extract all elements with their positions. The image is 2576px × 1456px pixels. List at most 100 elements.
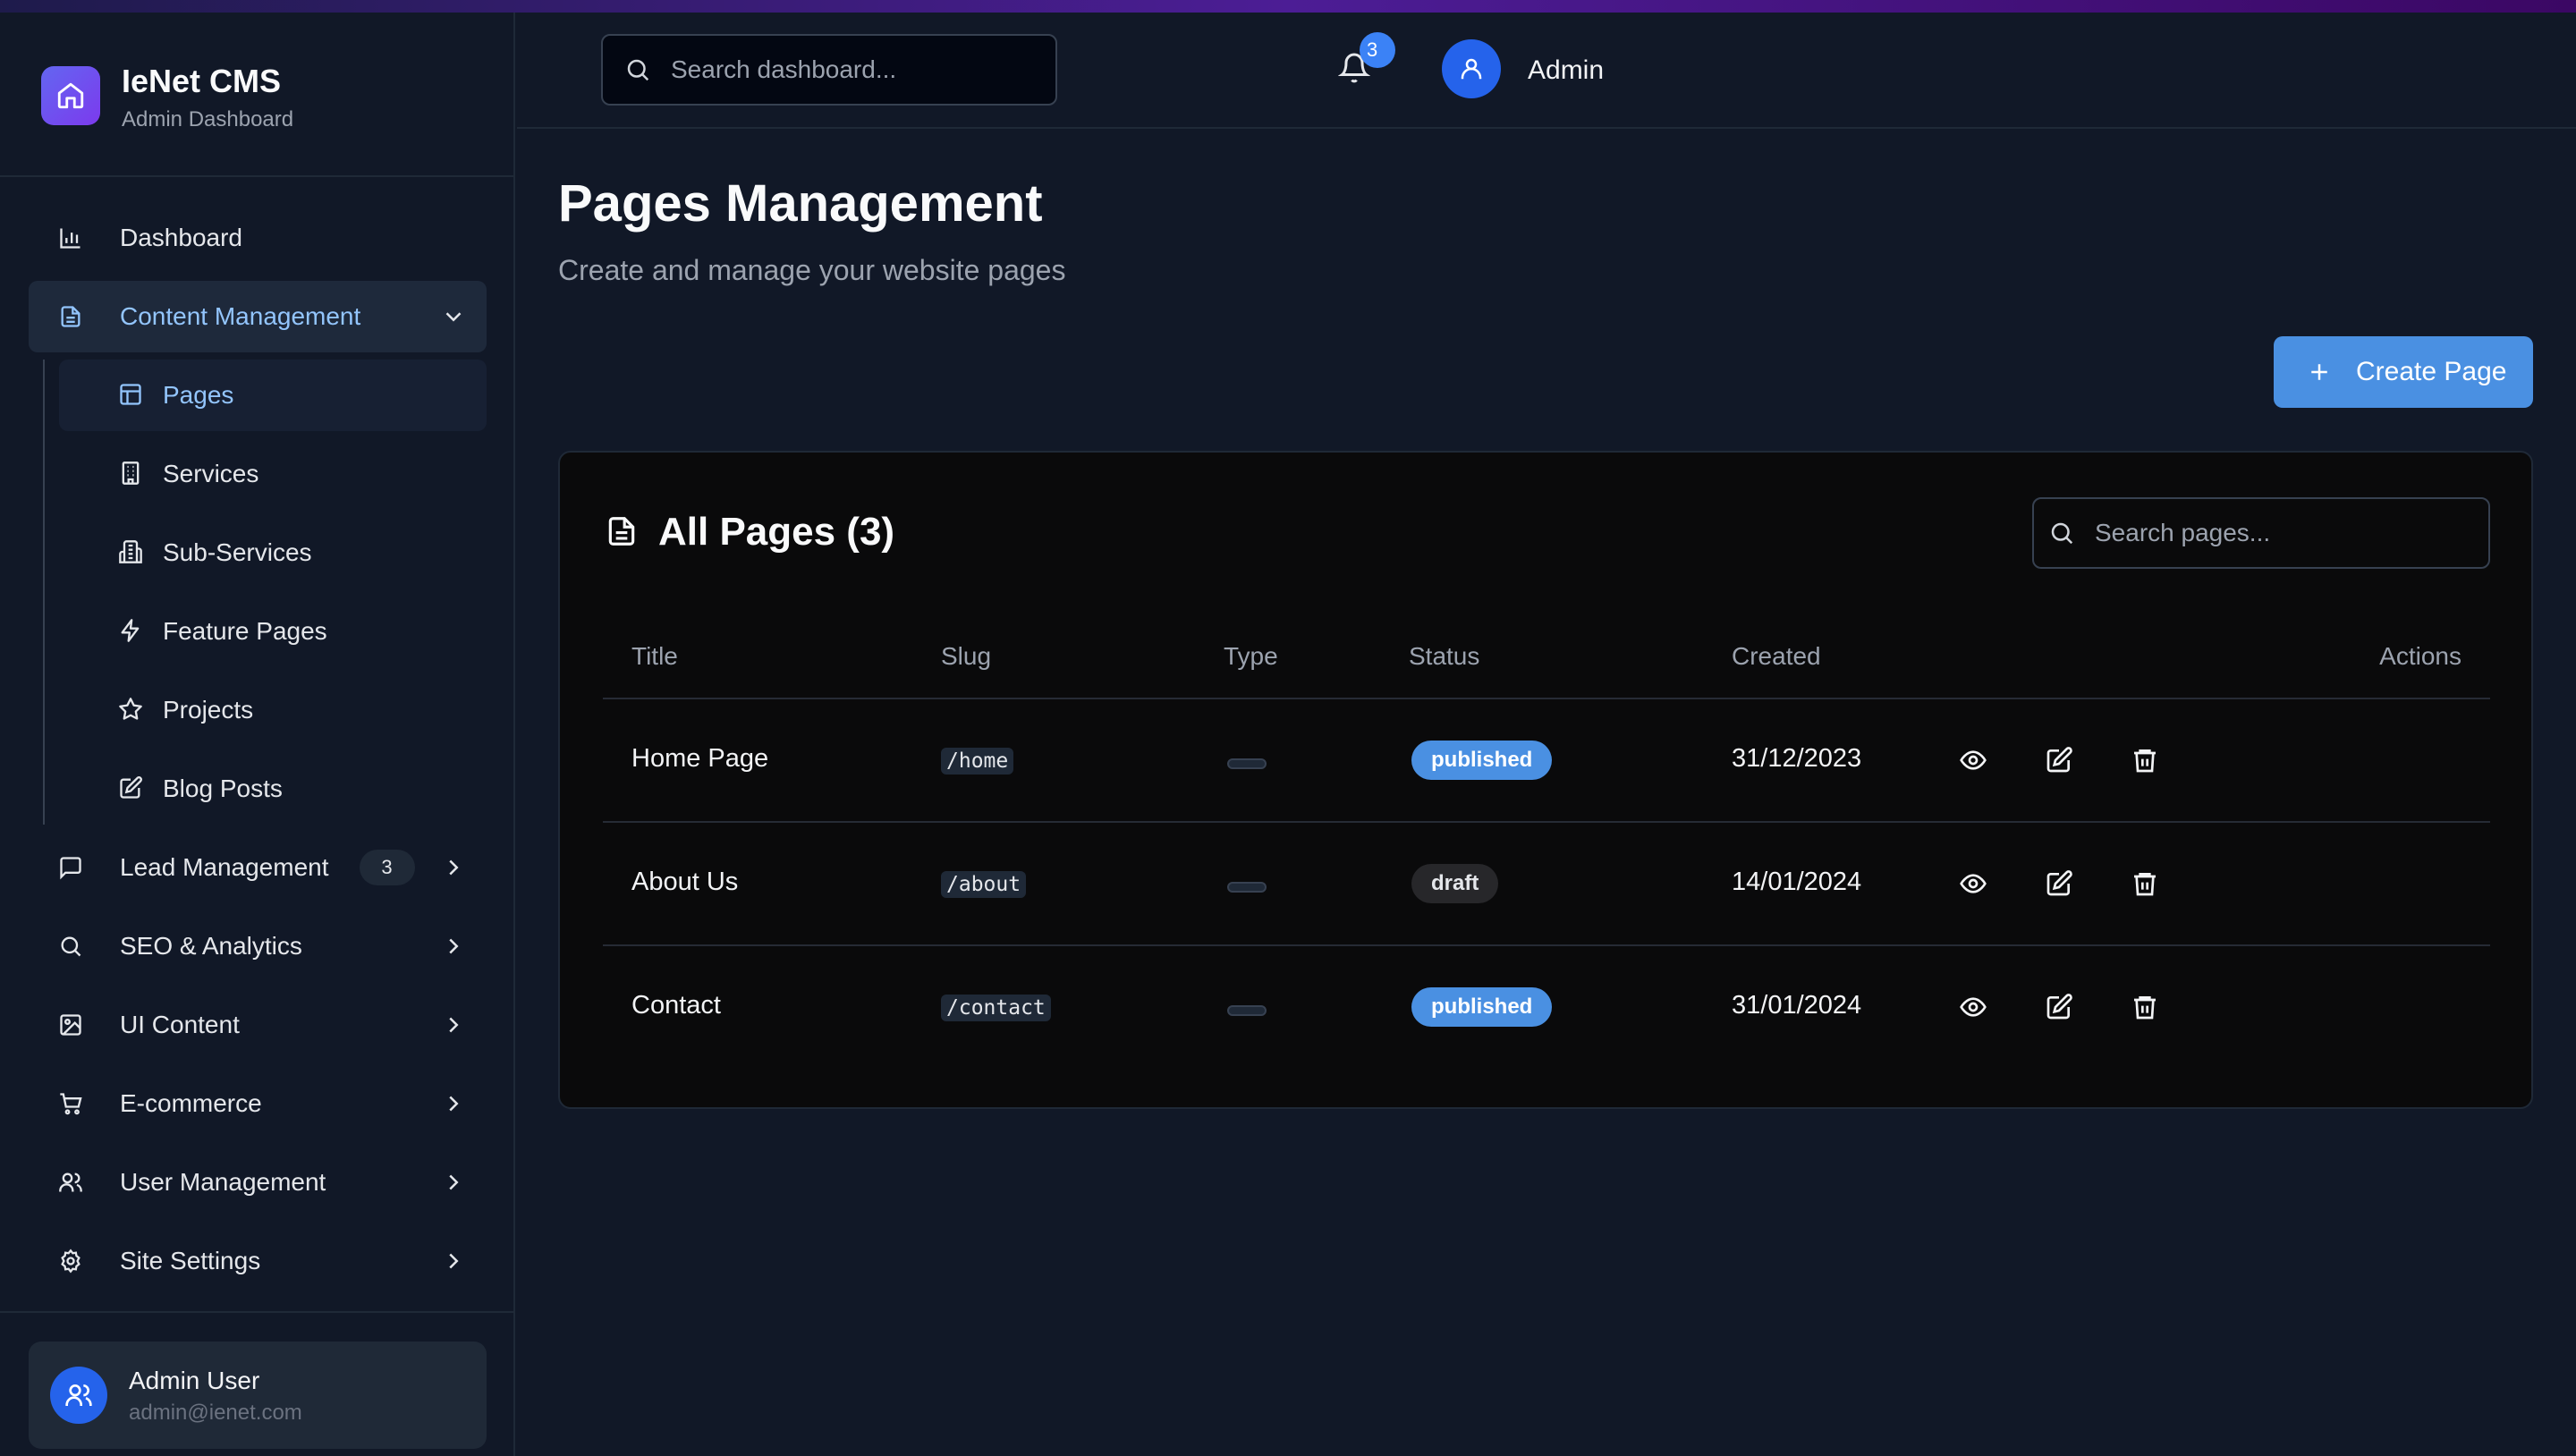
sidebar-item-services[interactable]: Services: [59, 438, 487, 510]
document-icon: [605, 512, 639, 552]
row-title: Contact: [631, 991, 721, 1020]
sidebar-item-label: E-commerce: [120, 1089, 262, 1117]
page-subtitle: Create and manage your website pages: [558, 254, 1066, 286]
message-icon: [57, 854, 84, 881]
lead-count-badge: 3: [359, 850, 415, 885]
chevron-right-icon: [440, 933, 467, 960]
sidebar-user-card[interactable]: Admin User admin@ienet.com: [29, 1342, 487, 1449]
sidebar-item-feature-pages[interactable]: Feature Pages: [59, 596, 487, 667]
sidebar-item-label: Blog Posts: [163, 775, 283, 802]
create-page-button[interactable]: Create Page: [2274, 336, 2533, 408]
pages-search-input[interactable]: [2095, 519, 2453, 547]
edit-icon[interactable]: [2043, 868, 2075, 900]
sidebar-item-projects[interactable]: Projects: [59, 674, 487, 746]
status-badge: published: [1411, 741, 1553, 780]
row-title: Home Page: [631, 744, 769, 773]
plus-icon: [2306, 359, 2333, 385]
sidebar-item-sub-services[interactable]: Sub-Services: [59, 517, 487, 588]
brand-title: IeNet CMS: [122, 63, 282, 99]
row-title: About Us: [631, 868, 739, 896]
card-title: All Pages (3): [605, 510, 894, 554]
trash-icon[interactable]: [2129, 868, 2161, 900]
cart-icon: [57, 1090, 84, 1117]
sidebar-item-label: Lead Management: [120, 853, 329, 881]
column-header-created[interactable]: Created: [1732, 642, 1821, 671]
pages-card: All Pages (3) Title Slug Type Status Cre…: [558, 451, 2533, 1109]
card-title-text: All Pages (3): [658, 510, 895, 554]
trash-icon[interactable]: [2129, 991, 2161, 1023]
sidebar-item-e-commerce[interactable]: E-commerce: [29, 1068, 487, 1139]
search-icon: [2048, 520, 2075, 546]
column-header-slug[interactable]: Slug: [941, 642, 991, 671]
edit-icon: [118, 775, 145, 802]
create-page-label: Create Page: [2356, 357, 2507, 386]
sidebar-item-seo-analytics[interactable]: SEO & Analytics: [29, 910, 487, 982]
sidebar-divider: [0, 1311, 515, 1313]
column-header-type[interactable]: Type: [1224, 642, 1278, 671]
header-user-label[interactable]: Admin: [1528, 55, 1604, 86]
chevron-right-icon: [440, 1090, 467, 1117]
row-type: [1227, 1005, 1267, 1016]
sidebar-item-label: SEO & Analytics: [120, 932, 302, 960]
eye-icon[interactable]: [1957, 991, 1989, 1023]
sidebar-item-content-management[interactable]: Content Management: [29, 281, 487, 352]
table-header: Title Slug Type Status Created Actions: [603, 610, 2490, 699]
pages-search[interactable]: [2032, 497, 2490, 569]
document-icon: [57, 303, 84, 330]
dashboard-search-input[interactable]: [671, 55, 1029, 84]
top-accent-bar: [0, 0, 2576, 13]
trash-icon[interactable]: [2129, 744, 2161, 776]
search-icon: [57, 933, 84, 960]
sidebar-item-lead-management[interactable]: Lead Management 3: [29, 832, 487, 903]
table-row: About Us /about draft 14/01/2024: [603, 823, 2490, 946]
sidebar-item-ui-content[interactable]: UI Content: [29, 989, 487, 1061]
edit-icon[interactable]: [2043, 991, 2075, 1023]
table-row: Home Page /home published 31/12/2023: [603, 699, 2490, 823]
row-created: 14/01/2024: [1732, 868, 1862, 896]
home-icon[interactable]: [41, 66, 100, 125]
notification-badge: 3: [1360, 32, 1395, 68]
user-icon[interactable]: [1442, 39, 1501, 98]
sidebar-item-label: Site Settings: [120, 1247, 261, 1274]
bolt-icon: [118, 618, 145, 645]
chevron-right-icon: [440, 1248, 467, 1274]
row-type: [1227, 882, 1267, 893]
sidebar-item-label: Dashboard: [120, 224, 242, 251]
row-created: 31/12/2023: [1732, 744, 1862, 773]
user-email: admin@ienet.com: [129, 1401, 302, 1425]
sidebar: IeNet CMS Admin Dashboard Dashboard Cont…: [0, 13, 515, 1456]
column-header-status[interactable]: Status: [1409, 642, 1479, 671]
dashboard-search[interactable]: [601, 34, 1057, 106]
sidebar-item-pages[interactable]: Pages: [59, 360, 487, 431]
top-header: 3 Admin: [517, 13, 2576, 129]
sidebar-item-dashboard[interactable]: Dashboard: [29, 202, 487, 274]
users-icon: [57, 1169, 84, 1196]
column-header-title[interactable]: Title: [631, 642, 678, 671]
buildings-icon: [118, 539, 145, 566]
row-slug: /home: [941, 748, 1014, 775]
eye-icon[interactable]: [1957, 744, 1989, 776]
chevron-right-icon: [440, 854, 467, 881]
row-type: [1227, 758, 1267, 769]
sidebar-item-user-management[interactable]: User Management: [29, 1147, 487, 1218]
sidebar-item-blog-posts[interactable]: Blog Posts: [59, 753, 487, 825]
star-icon: [118, 697, 145, 724]
row-slug: /contact: [941, 995, 1051, 1021]
eye-icon[interactable]: [1957, 868, 1989, 900]
sidebar-item-label: Sub-Services: [163, 538, 312, 566]
chevron-right-icon: [440, 1012, 467, 1038]
sidebar-item-label: Pages: [163, 381, 234, 409]
row-created: 31/01/2024: [1732, 991, 1862, 1020]
brand-subtitle: Admin Dashboard: [122, 107, 294, 131]
sidebar-item-label: User Management: [120, 1168, 326, 1196]
sidebar-item-site-settings[interactable]: Site Settings: [29, 1225, 487, 1297]
column-header-actions: Actions: [2379, 642, 2462, 670]
users-icon: [50, 1367, 107, 1424]
bar-chart-icon: [57, 224, 84, 251]
edit-icon[interactable]: [2043, 744, 2075, 776]
sidebar-item-label: Services: [163, 460, 259, 487]
content-management-submenu: Pages Services Sub-Services Feature Page…: [43, 360, 487, 825]
building-icon: [118, 461, 145, 487]
chevron-right-icon: [440, 1169, 467, 1196]
layout-icon: [118, 382, 145, 409]
